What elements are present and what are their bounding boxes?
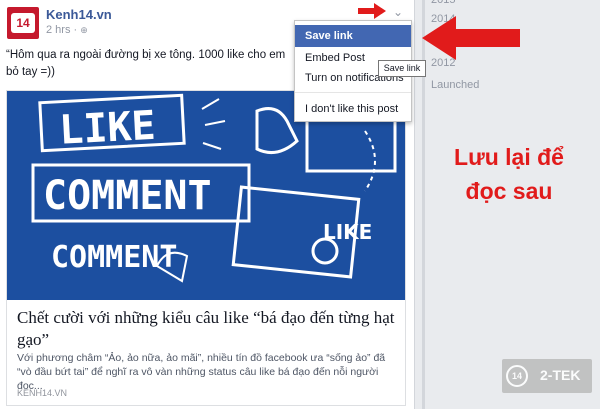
watermark-text: 2-TEK	[540, 367, 581, 383]
menu-item-dont-like-post[interactable]: I don't like this post	[295, 99, 411, 119]
small-red-arrow-icon	[358, 3, 386, 19]
save-link-tooltip: Save link	[378, 60, 426, 77]
watermark-logo: 14	[506, 365, 528, 387]
shared-link-card[interactable]: LIKE COMMENT COMMENT LIKE Chết cười với …	[6, 90, 406, 406]
page-avatar[interactable]: 14	[7, 7, 39, 39]
link-title[interactable]: Chết cười với những kiểu câu like “bá đạ…	[17, 307, 397, 351]
menu-divider	[295, 92, 411, 93]
annotation-caption: Lưu lại để đọc sau	[418, 140, 600, 208]
post-message-line: “Hôm qua ra ngoài đường bị xe tông. 1000…	[6, 49, 286, 61]
image-word: LIKE	[58, 103, 157, 154]
timeline-year[interactable]: 2015	[431, 0, 455, 6]
post-message: “Hôm qua ra ngoài đường bị xe tông. 1000…	[6, 47, 302, 81]
post-timestamp[interactable]: 2 hrs · ⊕	[46, 24, 88, 36]
link-description: Với phương châm “Ảo, ảo nữa, ảo mãi”, nh…	[17, 352, 386, 392]
timeline-launched[interactable]: Launched	[431, 79, 479, 91]
avatar-logo: 14	[11, 13, 35, 33]
image-word: COMMENT	[43, 173, 212, 219]
post-options-chevron-icon[interactable]: ⌄	[393, 5, 403, 19]
post-message-line: bỏ tay =))	[6, 66, 55, 78]
news-feed-post: 14 Kenh14.vn 2 hrs · ⊕ ⌄ “Hôm qua ra ngo…	[0, 0, 415, 409]
menu-item-save-link[interactable]: Save link	[295, 25, 411, 47]
annotation-line: đọc sau	[465, 178, 553, 204]
watermark: 14 2-TEK	[502, 359, 592, 393]
post-time-text: 2 hrs ·	[46, 24, 81, 36]
page-name-link[interactable]: Kenh14.vn	[46, 7, 112, 22]
image-word: LIKE	[323, 220, 372, 244]
large-red-arrow-icon	[422, 16, 520, 60]
globe-icon: ⊕	[80, 25, 88, 35]
like-comment-illustration: LIKE COMMENT COMMENT LIKE	[7, 91, 405, 300]
annotation-line: Lưu lại để	[454, 144, 564, 170]
link-domain: KENH14.VN	[17, 388, 68, 398]
link-preview-image[interactable]: LIKE COMMENT COMMENT LIKE	[7, 91, 405, 300]
image-word: COMMENT	[51, 240, 177, 275]
